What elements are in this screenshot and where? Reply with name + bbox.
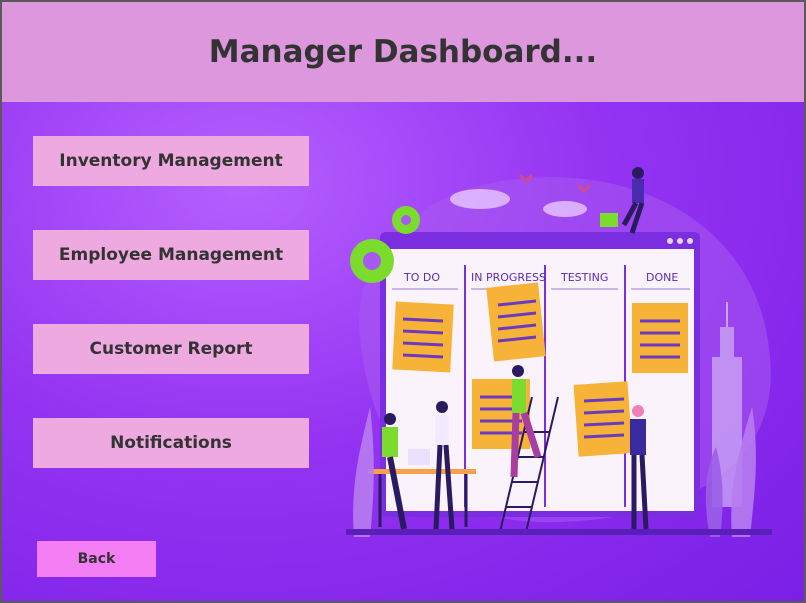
page-title: Manager Dashboard... bbox=[208, 34, 598, 70]
column-testing-label: TESTING bbox=[560, 271, 608, 284]
employee-management-button[interactable]: Employee Management bbox=[33, 230, 309, 280]
customer-report-button[interactable]: Customer Report bbox=[33, 324, 309, 374]
column-done-label: DONE bbox=[646, 271, 678, 284]
sticky-note-done bbox=[632, 303, 688, 373]
manager-dashboard-window: Manager Dashboard... Inventory Managemen… bbox=[0, 0, 806, 603]
back-button[interactable]: Back bbox=[37, 541, 156, 577]
laptop bbox=[408, 449, 430, 465]
kanban-board-illustration: TO DO IN PROGRESS TESTING DONE bbox=[346, 167, 772, 537]
sticky-note-testing bbox=[573, 381, 633, 457]
inventory-management-button[interactable]: Inventory Management bbox=[33, 136, 309, 186]
column-in-progress-label: IN PROGRESS bbox=[471, 271, 546, 284]
gear-icon-small bbox=[392, 206, 420, 234]
column-todo-label: TO DO bbox=[403, 271, 440, 284]
header-bar: Manager Dashboard... bbox=[2, 2, 804, 102]
sticky-note-in-progress-top bbox=[486, 282, 546, 362]
notifications-button[interactable]: Notifications bbox=[33, 418, 309, 468]
desk bbox=[368, 469, 476, 474]
sticky-note-todo bbox=[392, 301, 454, 373]
gear-icon-large bbox=[350, 239, 394, 283]
